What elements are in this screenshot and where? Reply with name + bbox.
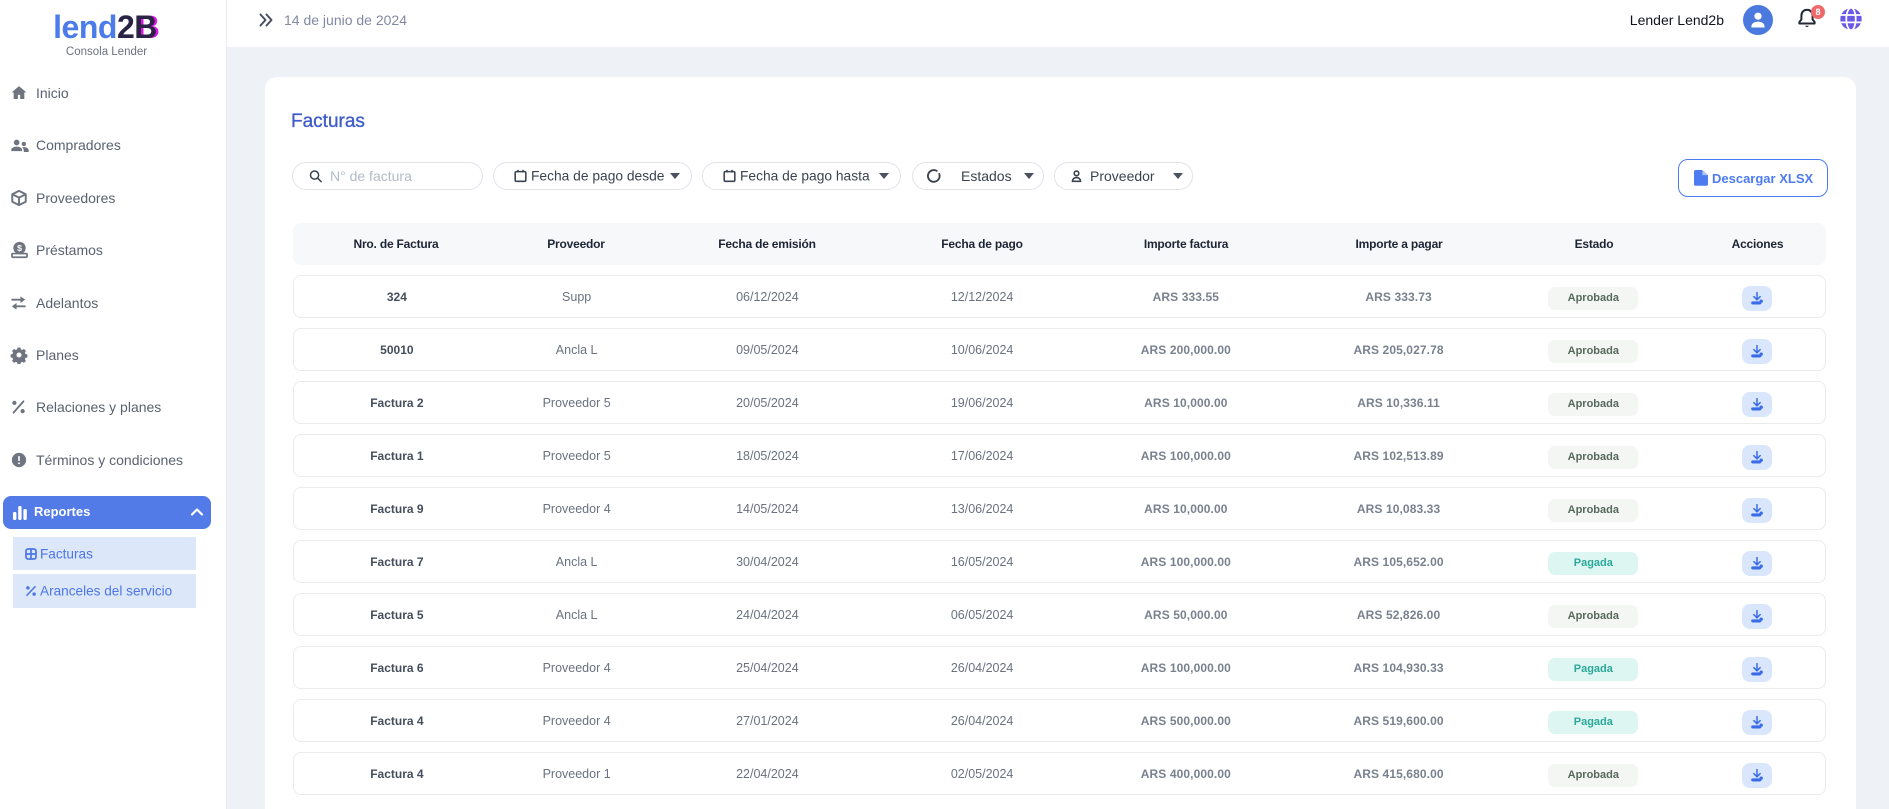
svg-text:$: $ [17,243,22,253]
